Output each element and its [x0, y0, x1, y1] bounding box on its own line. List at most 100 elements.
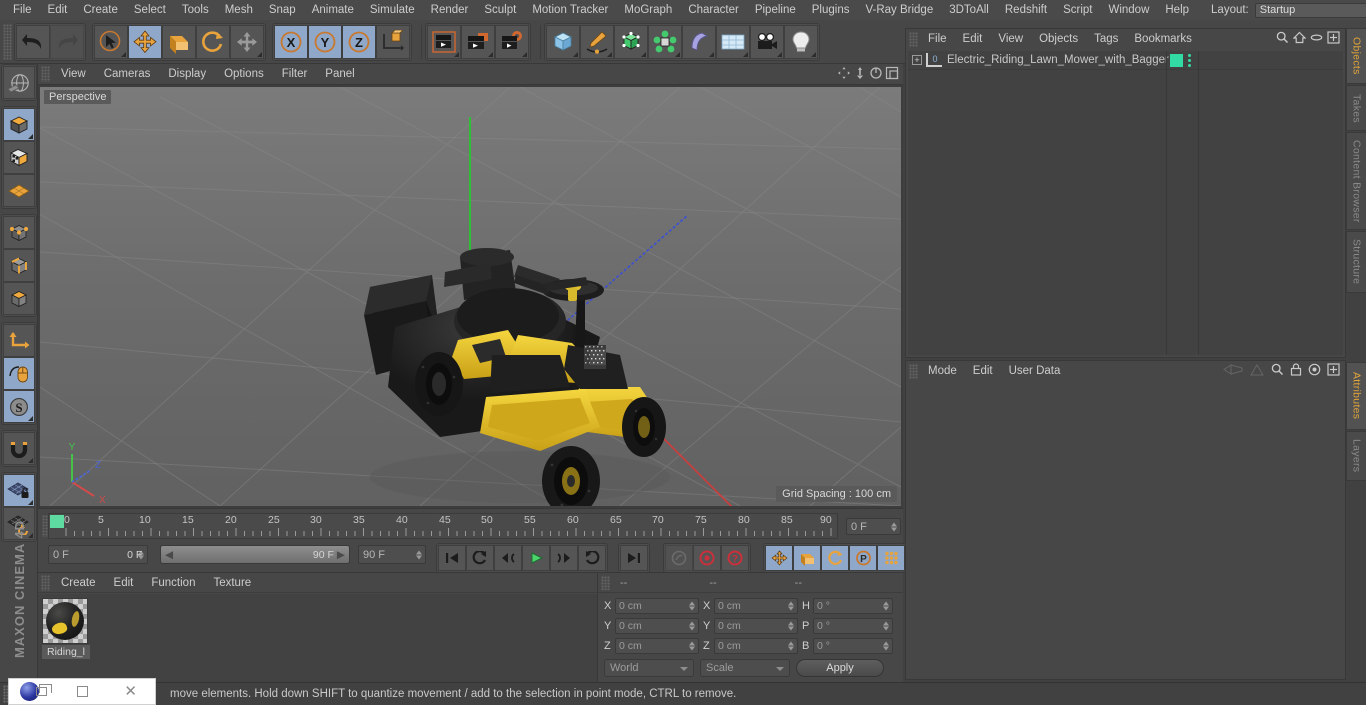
- record-rotation-button[interactable]: [821, 545, 849, 571]
- menu-item-vray-bridge[interactable]: V-Ray Bridge: [857, 0, 941, 20]
- material-tag-swatch[interactable]: [1170, 53, 1183, 67]
- current-frame-field[interactable]: 0 F: [846, 518, 901, 535]
- coord-spin-pos-z[interactable]: [689, 641, 695, 651]
- coord-spin-rot-b[interactable]: [883, 641, 889, 651]
- add-light-button[interactable]: [784, 24, 818, 59]
- edges-mode-button[interactable]: [2, 249, 35, 282]
- record-position-button[interactable]: [765, 545, 793, 571]
- tab-objects[interactable]: Objects: [1346, 28, 1366, 84]
- lock-y-axis[interactable]: Y: [308, 24, 342, 59]
- menu-item-script[interactable]: Script: [1055, 0, 1100, 20]
- coord-field-rot-p[interactable]: 0 °: [813, 618, 893, 634]
- viewport-menu-filter[interactable]: Filter: [273, 64, 317, 85]
- expand-toggle-icon[interactable]: +: [912, 55, 922, 65]
- lock-z-axis[interactable]: Z: [342, 24, 376, 59]
- add-scene-environment-button[interactable]: [716, 24, 750, 59]
- menu-item-plugins[interactable]: Plugins: [804, 0, 858, 20]
- material-manager-grip[interactable]: [41, 574, 50, 591]
- model-mode-button[interactable]: [2, 108, 35, 141]
- menu-item-character[interactable]: Character: [680, 0, 747, 20]
- coord-spin-rot-p[interactable]: [883, 621, 889, 631]
- tab-content-browser[interactable]: Content Browser: [1346, 132, 1366, 230]
- menu-item-sculpt[interactable]: Sculpt: [476, 0, 524, 20]
- material-menu-texture[interactable]: Texture: [204, 573, 260, 593]
- arrow-left-icon[interactable]: [1223, 364, 1243, 378]
- tab-attributes[interactable]: Attributes: [1346, 362, 1366, 430]
- render-settings-button[interactable]: [495, 24, 529, 59]
- object-menu-edit[interactable]: Edit: [955, 29, 991, 49]
- range-left-arrow-icon[interactable]: ◀: [165, 549, 173, 561]
- scale-tool[interactable]: [162, 24, 196, 59]
- render-to-picture-viewer-button[interactable]: [461, 24, 495, 59]
- live-selection-tool[interactable]: [94, 24, 128, 59]
- coord-spin-size-x[interactable]: [788, 601, 794, 611]
- dynamic-place-tool[interactable]: [230, 24, 264, 59]
- enable-axis-modification-button[interactable]: [2, 324, 35, 357]
- maximize-view-icon[interactable]: [885, 66, 899, 83]
- go-to-start-button[interactable]: [438, 545, 466, 571]
- add-camera-button[interactable]: [750, 24, 784, 59]
- tab-structure[interactable]: Structure: [1346, 231, 1366, 293]
- viewport-menu-display[interactable]: Display: [159, 64, 215, 85]
- enable-snapping-button[interactable]: [2, 432, 35, 465]
- coord-field-size-z[interactable]: 0 cm: [714, 638, 798, 654]
- tab-takes[interactable]: Takes: [1346, 85, 1366, 131]
- world-object-coordinate-toggle[interactable]: [376, 24, 410, 59]
- previous-keyframe-button[interactable]: [466, 545, 494, 571]
- menu-item-render[interactable]: Render: [423, 0, 477, 20]
- coordinate-system-dropdown[interactable]: World: [604, 659, 694, 677]
- viewport-menu-view[interactable]: View: [52, 64, 95, 85]
- viewport-grip[interactable]: [41, 66, 50, 82]
- polygons-mode-button[interactable]: [2, 282, 35, 315]
- tag-dots-icon[interactable]: [1188, 53, 1191, 67]
- material-thumbnail[interactable]: [42, 598, 88, 644]
- end-frame-spinner[interactable]: [416, 550, 422, 559]
- current-frame-spinner[interactable]: [891, 522, 897, 531]
- menu-item-mesh[interactable]: Mesh: [217, 0, 261, 20]
- material-menu-create[interactable]: Create: [52, 573, 105, 593]
- coord-field-pos-z[interactable]: 0 cm: [615, 638, 699, 654]
- attribute-menu-mode[interactable]: Mode: [920, 361, 965, 381]
- zoom-view-icon[interactable]: [853, 66, 867, 83]
- coord-field-size-y[interactable]: 0 cm: [714, 618, 798, 634]
- record-scale-button[interactable]: [793, 545, 821, 571]
- move-tool[interactable]: [128, 24, 162, 59]
- menu-item-animate[interactable]: Animate: [304, 0, 362, 20]
- maximize-window-button[interactable]: [58, 679, 107, 704]
- coord-field-size-x[interactable]: 0 cm: [714, 598, 798, 614]
- frame-range-slider[interactable]: ◀ 0 F 90 F ▶: [127, 545, 350, 564]
- apply-button[interactable]: Apply: [796, 659, 884, 677]
- autokeying-button[interactable]: [693, 545, 721, 571]
- viewport-menu-panel[interactable]: Panel: [316, 64, 363, 85]
- toolbar-grip[interactable]: [3, 23, 12, 60]
- viewport-menu-options[interactable]: Options: [215, 64, 273, 85]
- record-parameter-button[interactable]: [877, 545, 905, 571]
- object-menu-tags[interactable]: Tags: [1086, 29, 1126, 49]
- menu-item-help[interactable]: Help: [1157, 0, 1197, 20]
- material-menu-function[interactable]: Function: [142, 573, 204, 593]
- table-row[interactable]: + 0 Electric_Riding_Lawn_Mower_with_Bagg…: [908, 51, 1343, 70]
- menu-item-file[interactable]: File: [5, 0, 40, 20]
- object-manager-grip[interactable]: [909, 31, 918, 47]
- menu-item-mograph[interactable]: MoGraph: [616, 0, 680, 20]
- menu-item-select[interactable]: Select: [126, 0, 174, 20]
- attribute-menu-edit[interactable]: Edit: [965, 361, 1001, 381]
- restore-window-icon[interactable]: [35, 684, 52, 696]
- coord-spin-rot-h[interactable]: [883, 601, 889, 611]
- close-window-button[interactable]: ✕: [106, 679, 155, 704]
- go-to-end-button[interactable]: [620, 545, 648, 571]
- menu-item-3dtoall[interactable]: 3DToAll: [941, 0, 997, 20]
- coord-spin-size-z[interactable]: [788, 641, 794, 651]
- coordinate-grip[interactable]: [601, 575, 610, 590]
- coord-spin-pos-x[interactable]: [689, 601, 695, 611]
- move-view-icon[interactable]: [837, 66, 851, 83]
- attribute-manager-body[interactable]: [908, 383, 1343, 677]
- search-icon[interactable]: [1271, 363, 1284, 379]
- add-array-button[interactable]: [648, 24, 682, 59]
- step-forward-button[interactable]: [550, 545, 578, 571]
- object-menu-view[interactable]: View: [990, 29, 1031, 49]
- layout-dropdown[interactable]: Startup: [1254, 2, 1366, 18]
- tab-layers[interactable]: Layers: [1346, 431, 1366, 481]
- menu-item-snap[interactable]: Snap: [261, 0, 304, 20]
- lock-workplane-button[interactable]: [2, 474, 35, 507]
